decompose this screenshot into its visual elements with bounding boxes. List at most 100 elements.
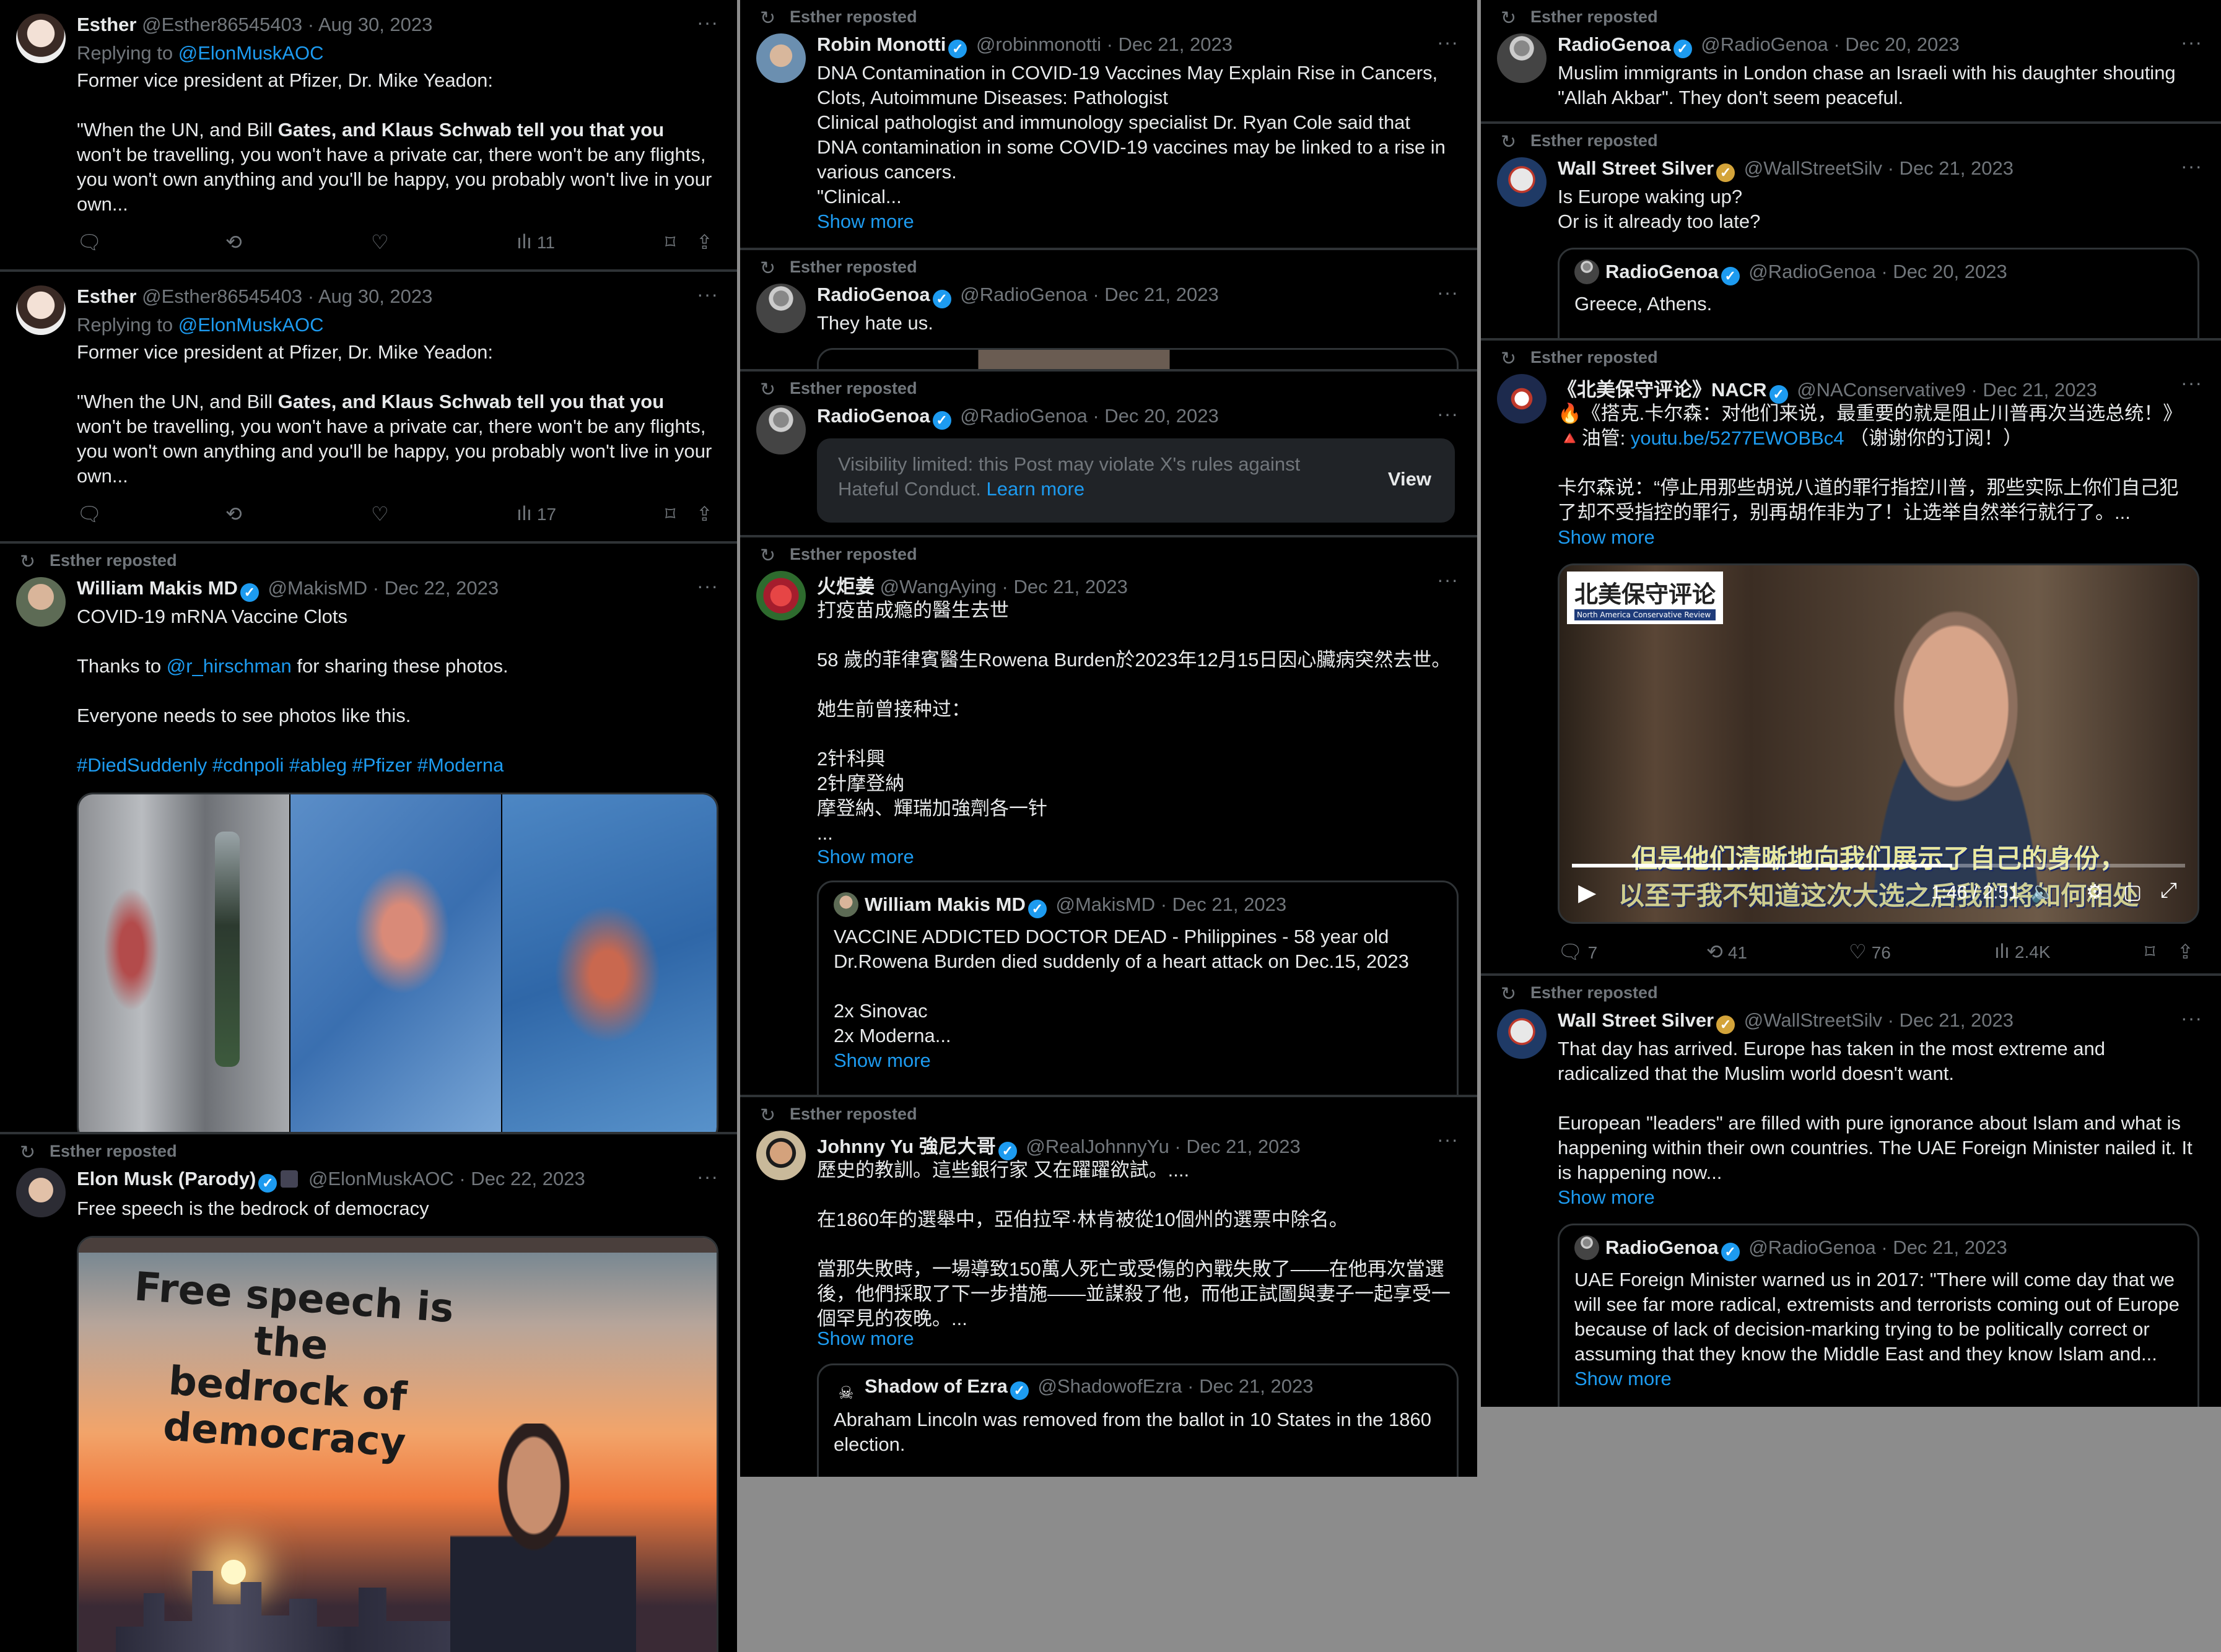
- skull-avatar-icon[interactable]: ☠: [834, 1381, 858, 1406]
- avatar[interactable]: [1574, 259, 1599, 284]
- show-more-link[interactable]: Show more: [817, 1326, 1452, 1351]
- quoted-tweet[interactable]: RadioGenoa ✓ @RadioGenoa · Dec 21, 2023 U…: [1558, 1224, 2199, 1407]
- more-icon[interactable]: ···: [1437, 1128, 1459, 1151]
- more-icon[interactable]: ···: [2181, 31, 2202, 54]
- like-icon[interactable]: ♡: [371, 502, 394, 526]
- show-more-link[interactable]: Show more: [817, 845, 1452, 869]
- author-name[interactable]: RadioGenoa: [817, 284, 930, 305]
- more-icon[interactable]: ···: [2181, 1007, 2202, 1030]
- avatar[interactable]: [1497, 33, 1547, 83]
- avatar[interactable]: [1497, 157, 1547, 207]
- bookmark-icon[interactable]: ⌑: [665, 502, 680, 526]
- more-icon[interactable]: ···: [697, 575, 718, 598]
- quote-author-handle[interactable]: @ShadowofEzra · Dec 21, 2023: [1037, 1375, 1313, 1397]
- author-handle[interactable]: @RadioGenoa · Dec 20, 2023: [960, 405, 1219, 427]
- share-icon[interactable]: ⇪: [2177, 940, 2199, 963]
- tweet-photo[interactable]: [77, 793, 718, 1132]
- youtube-link[interactable]: youtu.be/5277EWOBBc4: [1631, 427, 1844, 449]
- tweet-card[interactable]: Esther @Esther86545403 · Aug 30, 2023 ··…: [0, 0, 737, 272]
- repost-icon[interactable]: ⟲: [225, 502, 247, 526]
- more-icon[interactable]: ···: [697, 11, 718, 34]
- author-handle[interactable]: @Esther86545403 · Aug 30, 2023: [142, 285, 432, 307]
- author-handle[interactable]: @WallStreetSilv · Dec 21, 2023: [1744, 157, 2014, 179]
- avatar[interactable]: [756, 571, 806, 620]
- quote-author-name[interactable]: RadioGenoa: [1605, 1237, 1719, 1258]
- avatar[interactable]: [1497, 374, 1547, 424]
- author-name[interactable]: Wall Street Silver: [1558, 1009, 1714, 1031]
- avatar[interactable]: [16, 577, 66, 627]
- views-count[interactable]: ılı 17: [517, 502, 556, 525]
- author-name[interactable]: Elon Musk (Parody): [77, 1168, 256, 1189]
- avatar[interactable]: [756, 405, 806, 454]
- tweet-card[interactable]: Esther reposted Johnny Yu 強尼大哥✓ @RealJoh…: [740, 1097, 1477, 1477]
- tweet-video-preview[interactable]: [817, 348, 1459, 369]
- author-handle[interactable]: @RadioGenoa · Dec 20, 2023: [1701, 33, 1960, 55]
- video-progress-bar[interactable]: [1572, 864, 2185, 867]
- avatar[interactable]: [756, 284, 806, 333]
- repost-icon[interactable]: ⟲: [225, 230, 247, 254]
- play-icon[interactable]: ▶: [1578, 879, 1596, 906]
- bookmark-icon[interactable]: ⌑: [665, 230, 680, 254]
- tweet-card[interactable]: Esther reposted Wall Street Silver✓ @Wal…: [1481, 976, 2221, 1407]
- author-name[interactable]: Wall Street Silver: [1558, 157, 1714, 179]
- tweet-card[interactable]: Esther reposted William Makis MD✓ @Makis…: [0, 544, 737, 1134]
- quote-show-more-link[interactable]: Show more: [1574, 1367, 2183, 1391]
- tweet-card[interactable]: Esther reposted RadioGenoa✓ @RadioGenoa …: [740, 250, 1477, 372]
- avatar[interactable]: [756, 33, 806, 83]
- replying-to-link[interactable]: @ElonMuskAOC: [178, 314, 324, 336]
- quote-author-handle[interactable]: @RadioGenoa · Dec 21, 2023: [1748, 1237, 2007, 1258]
- author-name[interactable]: 火炬姜: [817, 576, 875, 598]
- fullscreen-icon[interactable]: ⤢: [2160, 879, 2177, 903]
- show-more-link[interactable]: Show more: [817, 209, 1452, 234]
- share-icon[interactable]: ⇪: [696, 502, 718, 526]
- tweet-card[interactable]: Esther reposted Elon Musk (Parody)✓ @Elo…: [0, 1134, 737, 1652]
- quote-show-more-link[interactable]: Show more: [834, 1048, 1442, 1073]
- more-icon[interactable]: ···: [1437, 281, 1459, 304]
- settings-icon[interactable]: ⚙: [2086, 880, 2104, 903]
- author-name[interactable]: Johnny Yu 強尼大哥: [817, 1136, 996, 1157]
- share-icon[interactable]: ⇪: [696, 230, 718, 254]
- author-name[interactable]: Esther: [77, 14, 136, 35]
- quote-author-name[interactable]: Shadow of Ezra: [865, 1375, 1008, 1397]
- like-icon[interactable]: ♡: [371, 230, 394, 254]
- like-count[interactable]: ♡ 76: [1849, 940, 1891, 963]
- show-more-link[interactable]: Show more: [1558, 525, 2196, 550]
- author-name[interactable]: RadioGenoa: [1558, 33, 1671, 55]
- avatar[interactable]: [834, 892, 858, 917]
- quote-author-handle[interactable]: @MakisMD · Dec 21, 2023: [1055, 893, 1286, 915]
- tweet-card[interactable]: Esther reposted RadioGenoa✓ @RadioGenoa …: [740, 372, 1477, 537]
- author-name[interactable]: Esther: [77, 285, 136, 307]
- author-handle[interactable]: @NAConservative9 · Dec 21, 2023: [1797, 379, 2097, 401]
- more-icon[interactable]: ···: [697, 1165, 718, 1188]
- more-icon[interactable]: ···: [1437, 31, 1459, 54]
- replying-to-link[interactable]: @ElonMuskAOC: [178, 42, 324, 64]
- show-more-link[interactable]: Show more: [1558, 1185, 2196, 1210]
- hashtag-links[interactable]: #DiedSuddenly #cdnpoli #ableg #Pfizer #M…: [77, 754, 504, 776]
- volume-icon[interactable]: 🔈: [2030, 880, 2055, 903]
- author-handle[interactable]: @WallStreetSilv · Dec 21, 2023: [1744, 1009, 2014, 1031]
- quote-author-name[interactable]: William Makis MD: [865, 893, 1026, 915]
- quote-author-handle[interactable]: @RadioGenoa · Dec 20, 2023: [1748, 261, 2007, 282]
- tweet-card[interactable]: Esther reposted Robin Monotti✓ @robinmon…: [740, 0, 1477, 250]
- mention-link[interactable]: @r_hirschman: [167, 655, 292, 677]
- more-icon[interactable]: ···: [697, 283, 718, 306]
- avatar[interactable]: [756, 1131, 806, 1180]
- tweet-card[interactable]: Esther reposted Wall Street Silver✓ @Wal…: [1481, 124, 2221, 341]
- tweet-card[interactable]: Esther reposted RadioGenoa✓ @RadioGenoa …: [1481, 0, 2221, 124]
- avatar[interactable]: [1497, 1009, 1547, 1059]
- tweet-card[interactable]: Esther reposted 《北美保守评论》NACR✓ @NAConserv…: [1481, 341, 2221, 976]
- reply-count[interactable]: 🗨 7: [1558, 940, 1597, 963]
- more-icon[interactable]: ···: [2181, 155, 2202, 178]
- author-handle[interactable]: @RadioGenoa · Dec 21, 2023: [960, 284, 1219, 305]
- pip-icon[interactable]: ▢: [2123, 880, 2142, 903]
- author-name[interactable]: William Makis MD: [77, 577, 238, 599]
- quoted-tweet[interactable]: RadioGenoa ✓ @RadioGenoa · Dec 20, 2023 G…: [1558, 248, 2199, 338]
- author-name[interactable]: 《北美保守评论》NACR: [1558, 379, 1767, 401]
- reply-icon[interactable]: 🗨: [77, 502, 107, 526]
- views-count[interactable]: ılı 2.4K: [1994, 940, 2051, 963]
- author-handle[interactable]: @ElonMuskAOC · Dec 22, 2023: [308, 1168, 585, 1189]
- bookmark-icon[interactable]: ⌑: [2145, 940, 2160, 963]
- author-handle[interactable]: @RealJohnnyYu · Dec 21, 2023: [1026, 1136, 1300, 1157]
- author-handle[interactable]: @WangAying · Dec 21, 2023: [880, 576, 1128, 598]
- author-handle[interactable]: @MakisMD · Dec 22, 2023: [268, 577, 499, 599]
